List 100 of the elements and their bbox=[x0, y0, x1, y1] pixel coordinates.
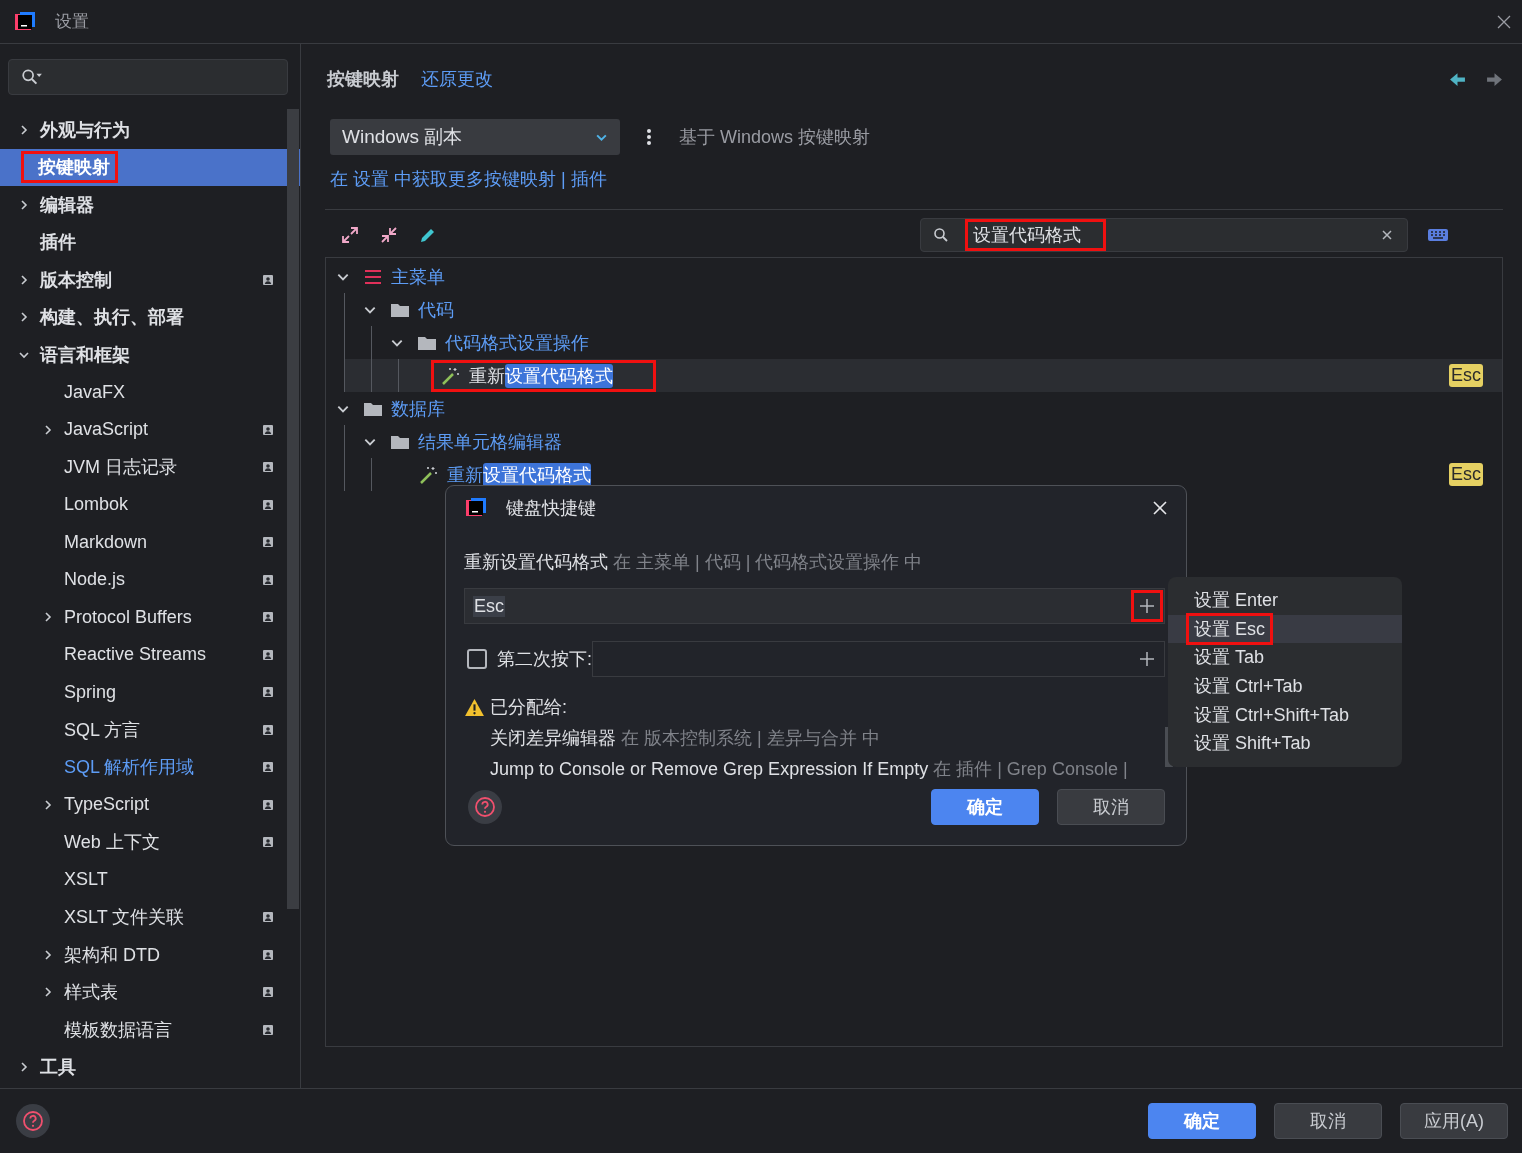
plus-icon[interactable] bbox=[1138, 650, 1156, 668]
tree-label: 数据库 bbox=[391, 397, 445, 421]
sidebar-item[interactable]: XSLT 文件关联 bbox=[0, 898, 300, 936]
menu-item[interactable]: 设置 Enter bbox=[1168, 586, 1402, 615]
chevron-right-icon[interactable] bbox=[18, 198, 30, 211]
sidebar-item[interactable]: 插件 bbox=[0, 223, 300, 261]
sidebar-item[interactable]: Web 上下文 bbox=[0, 823, 300, 861]
conflict-entry: 关闭差异编辑器 在 版本控制系统 | 差异与合并 中 bbox=[490, 727, 881, 750]
tree-row[interactable]: 代码 bbox=[326, 293, 1502, 326]
checkbox-label: 第二次按下: bbox=[497, 648, 592, 671]
help-icon[interactable] bbox=[16, 1103, 50, 1138]
menu-item[interactable]: 设置 Shift+Tab bbox=[1168, 728, 1402, 758]
sidebar-label: Web 上下文 bbox=[64, 831, 160, 855]
expand-all-icon[interactable] bbox=[340, 225, 360, 245]
close-icon[interactable] bbox=[1496, 13, 1512, 30]
sidebar-item[interactable]: Markdown bbox=[0, 523, 300, 561]
sidebar-item[interactable]: XSLT bbox=[0, 861, 300, 899]
sidebar-item[interactable]: 外观与行为 bbox=[0, 111, 300, 149]
sidebar-item[interactable]: 编辑器 bbox=[0, 186, 300, 224]
keymap-dropdown[interactable]: Windows 副本 bbox=[330, 119, 620, 155]
sidebar-item[interactable]: Protocol Buffers bbox=[0, 598, 300, 636]
sidebar-item[interactable]: TypeScript bbox=[0, 786, 300, 824]
sidebar-item[interactable]: 构建、执行、部署 bbox=[0, 298, 300, 336]
tree-row[interactable]: 代码格式设置操作 bbox=[326, 326, 1502, 359]
action-description: 重新设置代码格式 在 主菜单 | 代码 | 代码格式设置操作 中 bbox=[464, 551, 924, 574]
window-title: 设置 bbox=[55, 11, 89, 33]
chevron-right-icon[interactable] bbox=[18, 273, 30, 286]
search-field[interactable]: 设置代码格式 bbox=[920, 218, 1408, 252]
keyboard-icon[interactable] bbox=[1427, 227, 1449, 243]
menu-item[interactable]: 设置 Ctrl+Tab bbox=[1168, 671, 1402, 701]
chevron-right-icon[interactable] bbox=[18, 123, 30, 136]
plus-icon[interactable] bbox=[1131, 590, 1163, 622]
chevron-right-icon[interactable] bbox=[42, 948, 54, 961]
apply-button[interactable]: 应用(A) bbox=[1400, 1102, 1508, 1139]
conflict-entry: Jump to Console or Remove Grep Expression If Empty 在 插件 | Grep Console | bbox=[490, 758, 1129, 781]
search-field[interactable] bbox=[8, 59, 288, 95]
sidebar-label: 模板数据语言 bbox=[64, 1018, 172, 1042]
menu-item[interactable]: 设置 Ctrl+Shift+Tab bbox=[1168, 700, 1402, 729]
plugins-link[interactable]: 在 设置 中获取更多按键映射 | 插件 bbox=[330, 167, 1503, 191]
chevron-right-icon[interactable] bbox=[42, 611, 54, 624]
chevron-right-icon[interactable] bbox=[42, 423, 54, 436]
sidebar-label: XSLT bbox=[64, 869, 108, 891]
tree-row[interactable]: 重新设置代码格式 Esc bbox=[344, 359, 1502, 392]
sidebar-item[interactable]: JavaFX bbox=[0, 373, 300, 411]
back-arrow-icon[interactable] bbox=[1449, 70, 1466, 88]
sidebar-item[interactable]: 工具 bbox=[0, 1048, 300, 1086]
sidebar-item[interactable]: 样式表 bbox=[0, 973, 300, 1011]
tree-row[interactable]: 数据库 bbox=[326, 392, 1502, 425]
magic-wand-icon bbox=[441, 365, 461, 386]
sidebar-label: Node.js bbox=[64, 569, 126, 591]
page-title: 按键映射 bbox=[327, 68, 399, 91]
chevron-right-icon[interactable] bbox=[42, 986, 54, 999]
checkbox[interactable] bbox=[467, 649, 487, 669]
reset-link[interactable]: 还原更改 bbox=[421, 67, 493, 91]
cancel-button[interactable]: 取消 bbox=[1274, 1102, 1382, 1139]
tree-row[interactable]: 主菜单 bbox=[326, 260, 1502, 293]
sidebar-item[interactable]: 模板数据语言 bbox=[0, 1011, 300, 1049]
ok-button[interactable]: 确定 bbox=[1148, 1102, 1256, 1139]
collapse-all-icon[interactable] bbox=[379, 225, 399, 245]
shortcut-badge: Esc bbox=[1449, 463, 1483, 486]
sidebar-item[interactable]: 架构和 DTD bbox=[0, 936, 300, 974]
conflict-heading: 已分配给: bbox=[490, 696, 567, 719]
sidebar-label: TypeScript bbox=[64, 794, 150, 816]
sidebar-item[interactable]: 版本控制 bbox=[0, 261, 300, 299]
clear-icon[interactable] bbox=[1381, 229, 1393, 241]
more-options-icon[interactable] bbox=[646, 128, 652, 146]
sidebar-item[interactable]: Lombok bbox=[0, 486, 300, 524]
sidebar-label: 架构和 DTD bbox=[64, 943, 160, 967]
sidebar-label: 构建、执行、部署 bbox=[40, 306, 184, 330]
sidebar-item[interactable]: JVM 日志记录 bbox=[0, 448, 300, 486]
chevron-right-icon[interactable] bbox=[18, 1061, 30, 1074]
sidebar-item[interactable]: SQL 解析作用域 bbox=[0, 748, 300, 786]
sidebar-label: 外观与行为 bbox=[40, 118, 130, 142]
shortcut-field[interactable]: Esc bbox=[464, 588, 1165, 624]
sidebar-item[interactable]: 语言和框架 bbox=[0, 336, 300, 374]
menu-item[interactable]: 设置 Tab bbox=[1168, 643, 1402, 672]
sidebar-item[interactable]: JavaScript bbox=[0, 411, 300, 449]
scrollbar[interactable] bbox=[287, 109, 299, 909]
sidebar-label: Protocol Buffers bbox=[64, 606, 192, 628]
sidebar-label: XSLT 文件关联 bbox=[64, 906, 185, 930]
sidebar-item[interactable]: 按键映射 bbox=[0, 148, 300, 186]
tree-row[interactable]: 结果单元格编辑器 bbox=[326, 425, 1502, 458]
chevron-right-icon[interactable] bbox=[18, 311, 30, 324]
ok-button[interactable]: 确定 bbox=[931, 789, 1039, 825]
warning-icon bbox=[464, 697, 485, 717]
sidebar-label: 版本控制 bbox=[40, 268, 112, 292]
sidebar-item[interactable]: Spring bbox=[0, 673, 300, 711]
second-stroke-field[interactable] bbox=[592, 641, 1165, 677]
help-icon[interactable] bbox=[468, 790, 502, 824]
sidebar-label: JavaScript bbox=[64, 419, 149, 441]
search-icon bbox=[21, 68, 43, 86]
sidebar-item[interactable]: Node.js bbox=[0, 561, 300, 599]
sidebar-label: Markdown bbox=[64, 531, 148, 553]
chevron-right-icon[interactable] bbox=[42, 798, 54, 811]
sidebar-item[interactable]: Reactive Streams bbox=[0, 636, 300, 674]
sidebar-label: Lombok bbox=[64, 494, 129, 516]
sidebar-label: SQL 方言 bbox=[64, 718, 141, 742]
sidebar-item[interactable]: SQL 方言 bbox=[0, 711, 300, 749]
cancel-button[interactable]: 取消 bbox=[1057, 789, 1165, 825]
menu-item[interactable]: 设置 Esc bbox=[1168, 614, 1402, 644]
